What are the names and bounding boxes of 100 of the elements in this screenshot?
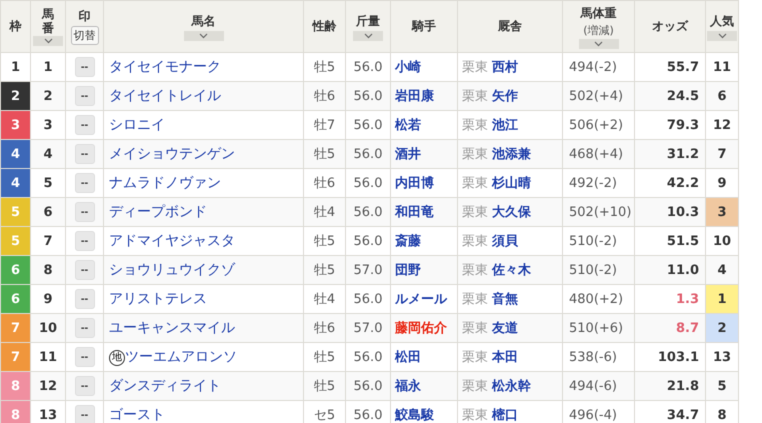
body-weight: 502(+4) xyxy=(562,82,634,110)
trainer-link[interactable]: 大久保 xyxy=(492,205,532,220)
sort-button[interactable] xyxy=(707,30,737,40)
stable-region: 栗東 xyxy=(462,379,488,394)
column-label: 斤量 xyxy=(356,12,380,30)
mark-button[interactable]: -- xyxy=(74,57,94,77)
column-label: 人気 xyxy=(710,12,734,30)
odds-value: 11.0 xyxy=(634,256,706,284)
trainer-link[interactable]: 音無 xyxy=(492,292,518,307)
odds-value: 21.8 xyxy=(634,372,706,400)
frame-number: 3 xyxy=(0,110,30,140)
column-label: 騎手 xyxy=(412,18,436,35)
frame-number: 7 xyxy=(0,314,30,342)
body-weight: 468(+4) xyxy=(562,140,634,168)
popularity-rank: 2 xyxy=(706,314,738,342)
trainer-link[interactable]: 本田 xyxy=(492,350,518,365)
popularity-rank: 3 xyxy=(706,198,738,226)
horse-name-link[interactable]: ゴースト xyxy=(109,407,165,423)
frame-number: 7 xyxy=(0,342,30,372)
mark-button[interactable]: -- xyxy=(74,144,94,164)
body-weight: 510(+6) xyxy=(562,314,634,342)
sex-age: 牡5 xyxy=(304,140,346,168)
frame-number: 5 xyxy=(0,198,30,226)
body-weight: 502(+10) xyxy=(562,198,634,226)
column-sublabel: (増減) xyxy=(583,22,614,38)
popularity-rank: 5 xyxy=(706,372,738,400)
chevron-down-icon xyxy=(718,32,726,38)
stable-region: 栗東 xyxy=(462,408,488,423)
sex-age: 牡5 xyxy=(304,256,346,284)
column-label: 印 xyxy=(78,8,90,25)
sex-age: 牡4 xyxy=(304,198,346,226)
frame-number: 6 xyxy=(0,284,30,314)
carried-weight: 56.0 xyxy=(346,82,390,110)
sort-button[interactable] xyxy=(578,38,618,48)
stable-region: 栗東 xyxy=(462,176,488,191)
trainer-link[interactable]: 佐々木 xyxy=(492,263,532,278)
trainer-link[interactable]: 樒口 xyxy=(492,408,518,423)
frame-number: 8 xyxy=(0,400,30,423)
trainer-link[interactable]: 池添兼 xyxy=(492,147,532,162)
sort-button[interactable] xyxy=(184,30,224,40)
body-weight: 494(-6) xyxy=(562,372,634,400)
trainer-link[interactable]: 池江 xyxy=(492,118,518,133)
frame-number: 2 xyxy=(0,82,30,110)
carried-weight: 57.0 xyxy=(346,314,390,342)
toggle-button[interactable]: 切替 xyxy=(70,26,98,45)
stable-region: 栗東 xyxy=(462,292,488,307)
mark-button[interactable]: -- xyxy=(74,318,94,338)
frame-number: 4 xyxy=(0,140,30,168)
carried-weight: 57.0 xyxy=(346,256,390,284)
trainer-link[interactable]: 松永幹 xyxy=(492,379,532,394)
column-label: オッズ xyxy=(652,18,688,35)
mark-button[interactable]: -- xyxy=(74,289,94,309)
popularity-rank: 6 xyxy=(706,82,738,110)
sort-button[interactable] xyxy=(33,36,63,46)
odds-value: 24.5 xyxy=(634,82,706,110)
chevron-down-icon xyxy=(199,32,208,38)
frame-number: 6 xyxy=(0,256,30,284)
mark-button[interactable]: -- xyxy=(74,173,94,193)
mark-button[interactable]: -- xyxy=(74,376,94,396)
column-label: 馬名 xyxy=(192,12,216,30)
trainer-link[interactable]: 須貝 xyxy=(492,234,518,249)
mark-button[interactable]: -- xyxy=(74,405,94,423)
sex-age: 牡5 xyxy=(304,372,346,400)
frame-number: 1 xyxy=(0,52,30,82)
horse-number: 12 xyxy=(30,372,66,400)
stable-region: 栗東 xyxy=(462,205,488,220)
mark-button[interactable]: -- xyxy=(74,347,94,367)
mark-button[interactable]: -- xyxy=(74,86,94,106)
body-weight: 510(-2) xyxy=(562,256,634,284)
trainer-link[interactable]: 西村 xyxy=(492,60,518,75)
carried-weight: 56.0 xyxy=(346,140,390,168)
trainer-link[interactable]: 矢作 xyxy=(492,89,518,104)
odds-value: 31.2 xyxy=(634,140,706,168)
column-label: 枠 xyxy=(10,18,22,35)
stable-region: 栗東 xyxy=(462,89,488,104)
chevron-down-icon xyxy=(364,32,372,38)
sex-age: 牡6 xyxy=(304,82,346,110)
popularity-rank: 1 xyxy=(706,284,738,314)
horse-number: 4 xyxy=(30,140,66,168)
odds-value: 10.3 xyxy=(634,198,706,226)
column-label: 馬番 xyxy=(42,6,54,36)
trainer-link[interactable]: 友道 xyxy=(492,321,518,336)
carried-weight: 56.0 xyxy=(346,372,390,400)
horse-number: 10 xyxy=(30,314,66,342)
stable-region: 栗東 xyxy=(462,321,488,336)
trainer-link[interactable]: 杉山晴 xyxy=(492,176,532,191)
stable-region: 栗東 xyxy=(462,263,488,278)
sex-age: 牡6 xyxy=(304,314,346,342)
frame-number: 8 xyxy=(0,372,30,400)
stable-region: 栗東 xyxy=(462,60,488,75)
sort-button[interactable] xyxy=(353,30,383,40)
chevron-down-icon xyxy=(594,40,603,46)
stable-region: 栗東 xyxy=(462,234,488,249)
mark-button[interactable]: -- xyxy=(74,231,94,251)
horse-name-link[interactable]: シロニイ xyxy=(109,117,165,133)
horse-number: 6 xyxy=(30,198,66,226)
mark-button[interactable]: -- xyxy=(74,115,94,135)
horse-name-link[interactable]: ツーエムアロンソ xyxy=(125,349,237,365)
mark-button[interactable]: -- xyxy=(74,260,94,280)
mark-button[interactable]: -- xyxy=(74,202,94,222)
